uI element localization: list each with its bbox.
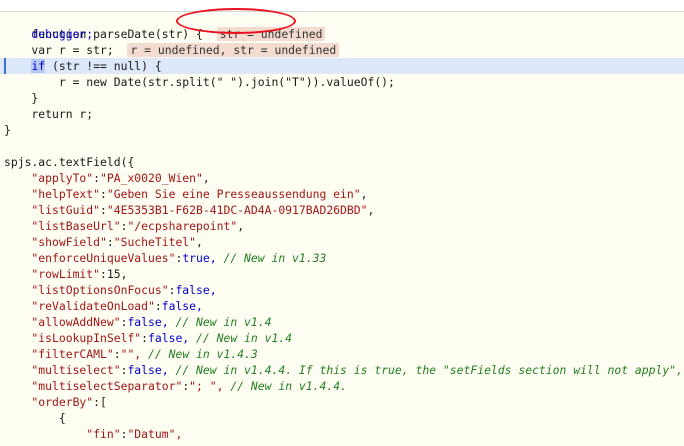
code-line[interactable]: r = new Date(str.split(" ").join("T")).v… bbox=[4, 74, 395, 90]
property-value: [ bbox=[100, 395, 107, 409]
property-key: "multiselect" bbox=[4, 363, 121, 377]
code-comment: // New in v1.4.3 bbox=[141, 347, 258, 361]
code-line[interactable]: "reValidateOnLoad":false, bbox=[4, 298, 203, 314]
property-key: "filterCAML" bbox=[4, 347, 114, 361]
code-line[interactable]: { bbox=[4, 410, 66, 426]
property-value: "", bbox=[120, 347, 142, 361]
code-line[interactable]: "enforceUniqueValues":true, // New in v1… bbox=[4, 250, 326, 266]
property-value: "4E5353B1-F62B-41DC-AD4A-0917BAD26DBD" bbox=[106, 203, 368, 217]
property-value: false, bbox=[127, 315, 169, 329]
property-value: "Datum", bbox=[127, 427, 183, 441]
property-key: "listGuid" bbox=[4, 203, 101, 217]
code-editor[interactable]: function parseDate(str) { str = undefine… bbox=[0, 0, 684, 446]
code-line[interactable]: return r; bbox=[4, 106, 93, 122]
property-value: false, bbox=[175, 283, 217, 297]
property-key: "rowLimit" bbox=[4, 267, 101, 281]
property-key: "allowAddNew" bbox=[4, 315, 121, 329]
property-key: "applyTo" bbox=[4, 171, 94, 185]
code-line[interactable]: "listGuid":"4E5353B1-F62B-41DC-AD4A-0917… bbox=[4, 202, 374, 218]
if-condition: (str !== null) { bbox=[45, 59, 162, 73]
code-line[interactable]: "multiselect":false, // New in v1.4.4. I… bbox=[4, 362, 683, 378]
property-key: "listOptionsOnFocus" bbox=[4, 283, 169, 297]
code-line[interactable]: "filterCAML":"", // New in v1.4.3 bbox=[4, 346, 258, 362]
property-value: "PA_x0020_Wien" bbox=[100, 171, 203, 185]
code-comment: // New in v1.4 bbox=[168, 315, 272, 329]
code-line[interactable]: } bbox=[4, 90, 38, 106]
code-line[interactable]: debugger; bbox=[4, 26, 93, 42]
code-comment: // New in v1.33 bbox=[216, 251, 327, 265]
property-value: true, bbox=[182, 251, 217, 265]
property-value: 15, bbox=[106, 267, 128, 281]
if-keyword: if bbox=[31, 59, 46, 73]
code-line-current[interactable]: if (str !== null) { bbox=[4, 58, 162, 74]
property-value: "Geben Sie eine Presseaussendung ein" bbox=[106, 187, 361, 201]
code-line[interactable]: "multiselectSeparator":"; ", // New in v… bbox=[4, 378, 347, 394]
var-statement: var r = str; bbox=[4, 43, 114, 57]
property-key: "multiselectSeparator" bbox=[4, 379, 183, 393]
code-line[interactable]: "helpText":"Geben Sie eine Presseaussend… bbox=[4, 186, 367, 202]
code-line[interactable]: "listBaseUrl":"/ecpsharepoint", bbox=[4, 218, 244, 234]
code-line[interactable]: "fin":"Datum", bbox=[4, 426, 182, 442]
property-key: "orderBy" bbox=[4, 395, 94, 409]
code-comment: // New in v1.4.4. bbox=[223, 379, 347, 393]
property-value: "; ", bbox=[189, 379, 224, 393]
property-value: false, bbox=[148, 331, 190, 345]
code-line[interactable]: function parseDate(str) { str = undefine… bbox=[4, 10, 326, 41]
code-line[interactable]: var r = str; r = undefined, str = undefi… bbox=[4, 42, 340, 58]
inline-value-str: str = undefined bbox=[216, 27, 326, 41]
property-value: false, bbox=[161, 299, 203, 313]
inline-value-r: r = undefined, str = undefined bbox=[127, 43, 340, 57]
property-key: "enforceUniqueValues" bbox=[4, 251, 176, 265]
code-comment: // New in v1.4 bbox=[189, 331, 293, 345]
code-line[interactable]: spjs.ac.textField({ bbox=[4, 154, 134, 170]
property-value: "SucheTitel" bbox=[113, 235, 197, 249]
property-value: false, bbox=[127, 363, 169, 377]
code-line[interactable]: "listOptionsOnFocus":false, bbox=[4, 282, 217, 298]
property-key: "isLookupInSelf" bbox=[4, 331, 142, 345]
code-line[interactable]: "allowAddNew":false, // New in v1.4 bbox=[4, 314, 271, 330]
property-value: "/ecpsharepoint" bbox=[127, 219, 238, 233]
property-key: "fin" bbox=[4, 427, 121, 441]
code-line[interactable]: } bbox=[4, 122, 11, 138]
property-key: "helpText" bbox=[4, 187, 101, 201]
code-line[interactable]: "isLookupInSelf":false, // New in v1.4 bbox=[4, 330, 292, 346]
code-line[interactable]: "applyTo":"PA_x0020_Wien", bbox=[4, 170, 209, 186]
property-key: "reValidateOnLoad" bbox=[4, 299, 155, 313]
property-key: "listBaseUrl" bbox=[4, 219, 121, 233]
property-key: "showField" bbox=[4, 235, 107, 249]
code-line[interactable]: "orderBy":[ bbox=[4, 394, 107, 410]
code-comment: // New in v1.4.4. If this is true, the "… bbox=[168, 363, 683, 377]
code-line[interactable]: "showField":"SucheTitel", bbox=[4, 234, 202, 250]
code-line[interactable]: "rowLimit":15, bbox=[4, 266, 127, 282]
